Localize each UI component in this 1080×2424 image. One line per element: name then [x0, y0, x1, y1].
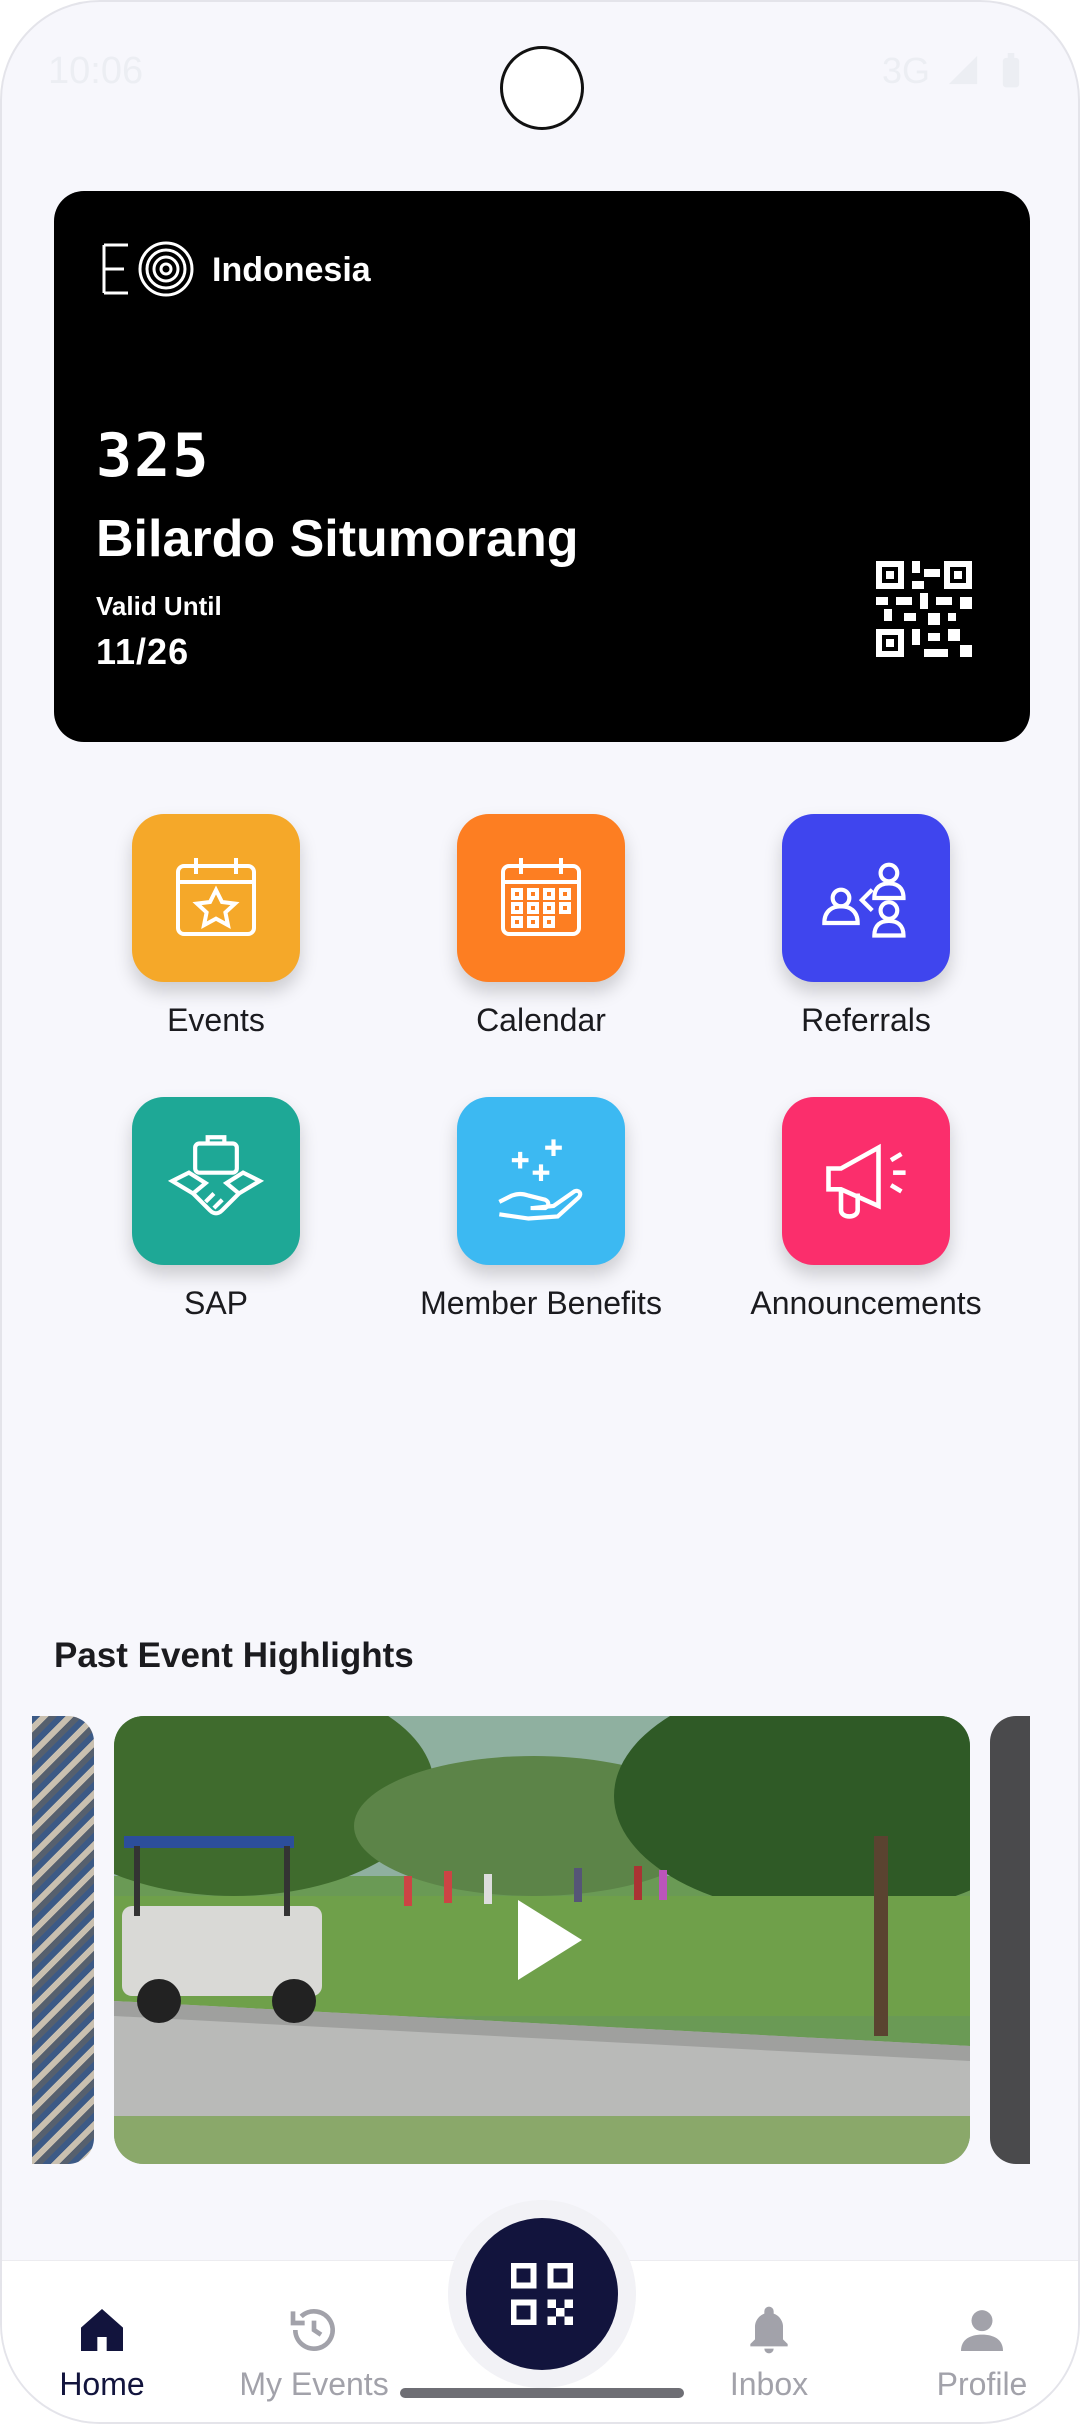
home-icon: [81, 2309, 123, 2351]
eo-logo-icon: [102, 241, 194, 297]
shortcut-announcements[interactable]: Announcements: [700, 1097, 1020, 1347]
carousel-prev-item[interactable]: [32, 1716, 94, 2164]
shortcut-member-benefits[interactable]: Member Benefits: [375, 1097, 695, 1347]
history-icon: [290, 2309, 335, 2351]
nav-profile[interactable]: Profile: [882, 2302, 1078, 2403]
person-icon: [961, 2310, 1003, 2351]
nav-label-my-events: My Events: [239, 2366, 389, 2402]
play-icon[interactable]: [514, 1896, 586, 1984]
nav-home[interactable]: Home: [2, 2302, 202, 2403]
nav-my-events[interactable]: My Events: [214, 2302, 414, 2403]
app-screen: 10:06 3G Indonesia 325 Bilardo Situmoran…: [0, 0, 1080, 2424]
status-indicators: 3G: [882, 50, 1022, 92]
shortcut-label-member-benefits: Member Benefits: [420, 1285, 662, 1321]
nav-label-profile: Profile: [936, 2366, 1028, 2402]
shortcut-sap[interactable]: SAP: [50, 1097, 370, 1347]
card-qr-code-icon[interactable]: [876, 561, 972, 657]
megaphone-icon: [826, 1143, 906, 1219]
shortcut-tile-referrals[interactable]: [782, 814, 950, 982]
shortcut-events[interactable]: Events: [50, 814, 370, 1064]
shortcut-label-announcements: Announcements: [750, 1285, 982, 1321]
valid-until-value: 11/26: [96, 631, 190, 672]
camera-cutout: [500, 46, 584, 130]
shortcut-tile-calendar[interactable]: [457, 814, 625, 982]
scan-qr-button[interactable]: [466, 2218, 618, 2370]
shortcut-calendar[interactable]: Calendar: [375, 814, 695, 1064]
home-indicator: [400, 2388, 684, 2398]
member-number: 325: [96, 421, 211, 491]
bell-icon: [750, 2306, 788, 2354]
referral-network-icon: [822, 862, 906, 938]
status-time: 10:06: [48, 50, 144, 92]
shortcut-label-referrals: Referrals: [801, 1002, 931, 1038]
shortcut-label-calendar: Calendar: [476, 1002, 606, 1038]
shortcut-label-sap: SAP: [183, 1285, 249, 1321]
signal-icon: [948, 55, 978, 85]
shortcut-label-events: Events: [167, 1002, 265, 1038]
nav-label-home: Home: [59, 2366, 145, 2402]
membership-card[interactable]: Indonesia 325 Bilardo Situmorang Valid U…: [54, 191, 1030, 742]
shortcut-tile-announcements[interactable]: [782, 1097, 950, 1265]
qr-code-icon: [510, 2262, 574, 2326]
highlight-video-card[interactable]: [114, 1716, 970, 2164]
shortcut-tile-events[interactable]: [132, 814, 300, 982]
carousel-next-item[interactable]: [990, 1716, 1030, 2164]
shortcut-tile-member-benefits[interactable]: [457, 1097, 625, 1265]
calendar-star-icon: [176, 858, 256, 936]
valid-until-label: Valid Until: [96, 591, 222, 621]
member-name: Bilardo Situmorang: [96, 510, 579, 568]
handshake-briefcase-icon: [167, 1135, 265, 1216]
nav-inbox[interactable]: Inbox: [669, 2302, 869, 2403]
hand-sparkles-icon: [498, 1139, 583, 1221]
network-type: 3G: [881, 50, 930, 91]
nav-label-inbox: Inbox: [729, 2366, 809, 2402]
calendar-grid-icon: [501, 858, 581, 936]
shortcut-referrals[interactable]: Referrals: [700, 814, 1020, 1064]
highlights-title: Past Event Highlights: [54, 1636, 414, 1675]
card-chapter: Indonesia: [212, 251, 371, 289]
battery-icon: [1002, 53, 1020, 88]
shortcut-tile-sap[interactable]: [132, 1097, 300, 1265]
